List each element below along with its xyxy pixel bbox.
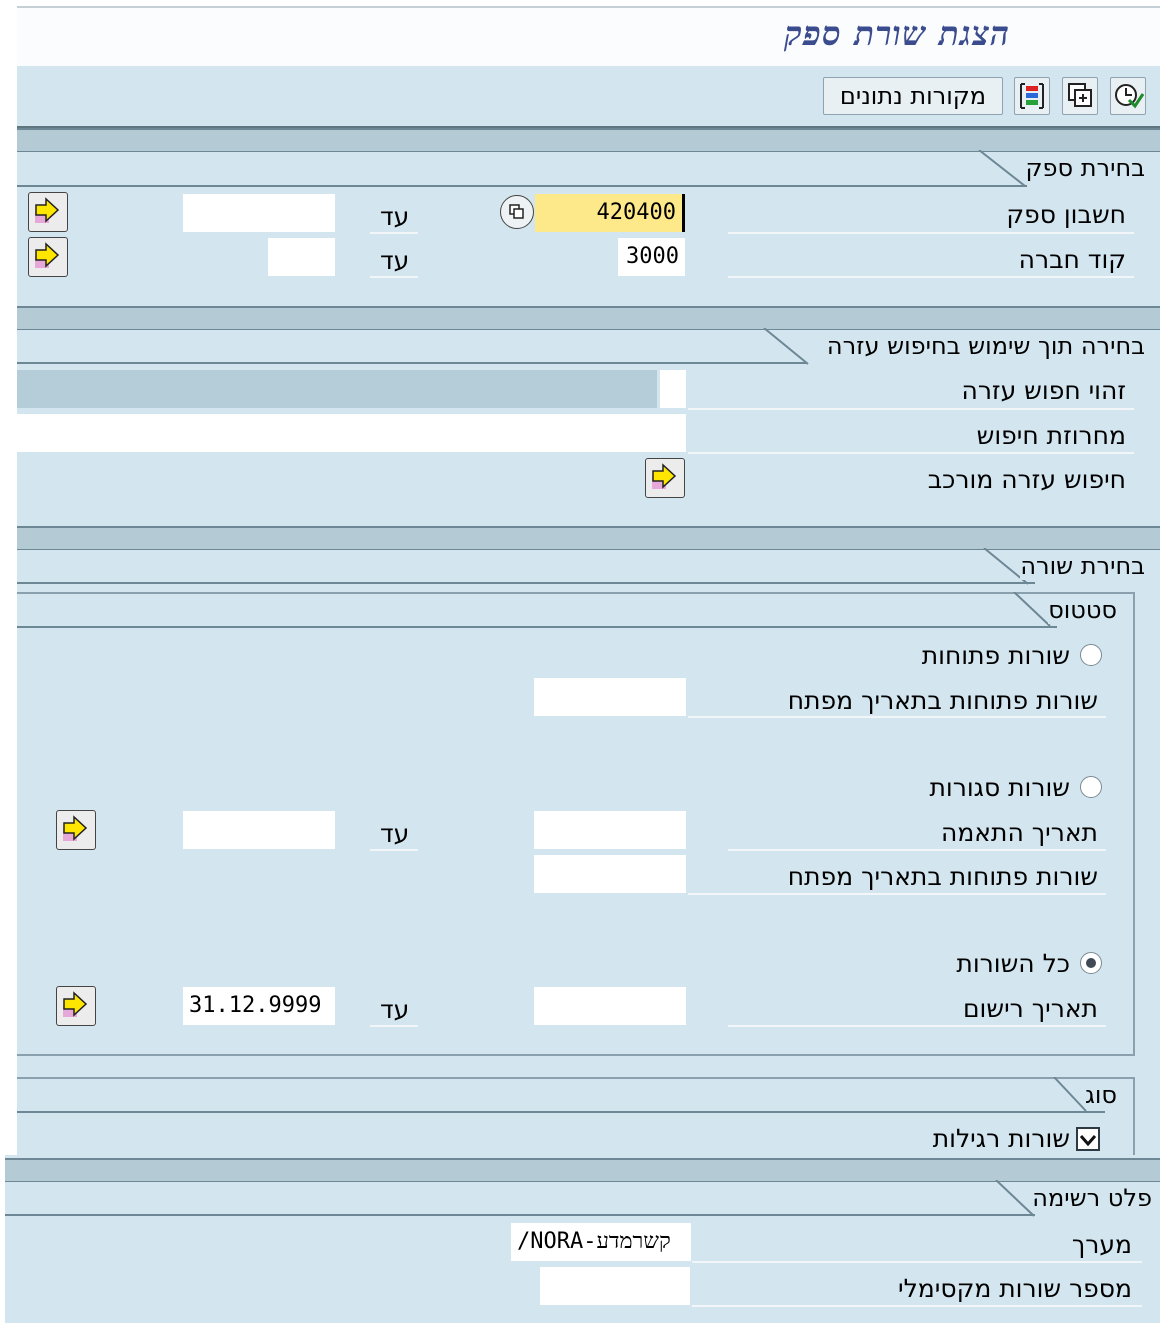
checkmark-icon (1079, 1135, 1097, 1147)
arrow-right-icon (63, 815, 88, 841)
label-underline (728, 1025, 1106, 1027)
group-line (17, 582, 1035, 584)
normal-items-label: שורות רגילות (932, 1124, 1070, 1153)
group-line (17, 362, 807, 364)
vendor-account-label: חשבון ספק (1006, 200, 1126, 229)
to-label: עד (380, 819, 410, 848)
list-output-heading: פלט רשימה (1032, 1184, 1152, 1212)
label-underline (728, 232, 1134, 234)
group-line (17, 185, 1027, 187)
layout-input[interactable]: /NORA-קשרמדע (511, 1223, 691, 1261)
label-underline (692, 1261, 1142, 1263)
open-items-label: שורות פתוחות (921, 641, 1070, 670)
open-at-key-date-label: שורות פתוחות בתאריך מפתח (787, 686, 1098, 715)
vendor-account-to-input[interactable] (183, 194, 335, 232)
max-items-label: מספר שורות מקסימלי (897, 1274, 1132, 1303)
vendor-account-multi-button[interactable] (28, 192, 68, 232)
section-separator (17, 128, 1160, 152)
all-items-radio[interactable] (1080, 952, 1102, 974)
company-code-to-input[interactable] (268, 238, 335, 276)
data-sources-button[interactable]: מקורות נתונים (823, 77, 1003, 115)
company-code-from-input[interactable]: 3000 (618, 238, 685, 276)
to-label: עד (380, 995, 410, 1024)
layout-label: מערך (1071, 1230, 1132, 1259)
clearing-date-label: תאריך התאמה (940, 818, 1098, 847)
section-separator (17, 306, 1160, 330)
label-underline (370, 276, 418, 278)
posting-date-multi-button[interactable] (56, 986, 96, 1026)
vendor-account-from-input[interactable]: 420400 (535, 194, 685, 232)
get-variant-button[interactable] (1062, 77, 1098, 115)
line-selection-heading: בחירת שורה (1020, 552, 1145, 580)
group-tab-edge (763, 328, 809, 365)
label-underline (728, 849, 1106, 851)
label-underline (688, 893, 1106, 895)
to-label: עד (380, 202, 410, 231)
cleared-items-radio[interactable] (1080, 776, 1102, 798)
posting-date-to-input[interactable]: 31.12.9999 (183, 987, 335, 1025)
posting-date-label: תאריך רישום (962, 994, 1098, 1023)
search-help-id-label: זהוי חפוש עזרה (961, 376, 1126, 405)
clearing-date-from-input[interactable] (534, 811, 686, 849)
multiple-selection-button[interactable] (500, 195, 534, 229)
company-code-label: קוד חברה (1018, 245, 1126, 274)
complex-search-button[interactable] (645, 458, 685, 498)
label-underline (688, 452, 1134, 454)
section-separator (5, 1158, 1160, 1182)
complex-search-label: חיפוש עזרה מורכב (927, 465, 1126, 494)
label-underline (370, 849, 418, 851)
search-help-id-input[interactable] (660, 370, 686, 408)
selection-options-icon (1020, 83, 1044, 109)
clearing-date-to-input[interactable] (183, 811, 335, 849)
search-help-id-description (17, 370, 657, 408)
arrow-right-icon (652, 463, 677, 489)
label-underline (370, 232, 418, 234)
search-string-input[interactable] (17, 414, 686, 452)
max-items-input[interactable] (540, 1267, 690, 1305)
multiple-selection-icon (509, 204, 524, 219)
open-items-radio[interactable] (1080, 644, 1102, 666)
search-help-heading: בחירה תוך שימוש בחיפוש עזרה (826, 332, 1145, 360)
group-line (17, 626, 1057, 628)
normal-items-checkbox[interactable] (1076, 1127, 1100, 1151)
vendor-selection-heading: בחירת ספק (1025, 154, 1145, 182)
cleared-key-date-input[interactable] (534, 855, 686, 893)
clearing-date-multi-button[interactable] (56, 810, 96, 850)
group-line (5, 1214, 1035, 1216)
to-label: עד (380, 246, 410, 275)
posting-date-from-input[interactable] (534, 987, 686, 1025)
variant-icon (1068, 83, 1092, 107)
group-line (17, 1111, 1105, 1113)
label-underline (370, 1025, 418, 1027)
type-heading: סוג (1084, 1081, 1117, 1109)
arrow-right-icon (35, 242, 60, 268)
execute-icon (1115, 84, 1145, 109)
arrow-right-icon (63, 991, 88, 1017)
open-key-date-input[interactable] (534, 678, 686, 716)
search-string-label: מחרוזת חיפוש (976, 421, 1126, 450)
label-underline (688, 716, 1106, 718)
label-underline (692, 1305, 1142, 1307)
status-heading: סטטוס (1048, 596, 1117, 624)
arrow-right-icon (35, 197, 60, 223)
company-code-multi-button[interactable] (28, 237, 68, 277)
selection-options-button[interactable] (1014, 77, 1050, 115)
cleared-items-label: שורות סגורות (929, 773, 1070, 802)
execute-button[interactable] (1110, 77, 1146, 115)
type-frame-right (1133, 1077, 1135, 1155)
open-at-key-date-label-2: שורות פתוחות בתאריך מפתח (787, 862, 1098, 891)
section-separator (17, 526, 1160, 550)
all-items-label: כל השורות (956, 949, 1070, 978)
page-title: הצגת שורת ספק (784, 14, 1010, 53)
type-frame-top (17, 1077, 1135, 1079)
label-underline (728, 276, 1134, 278)
label-underline (688, 408, 1134, 410)
